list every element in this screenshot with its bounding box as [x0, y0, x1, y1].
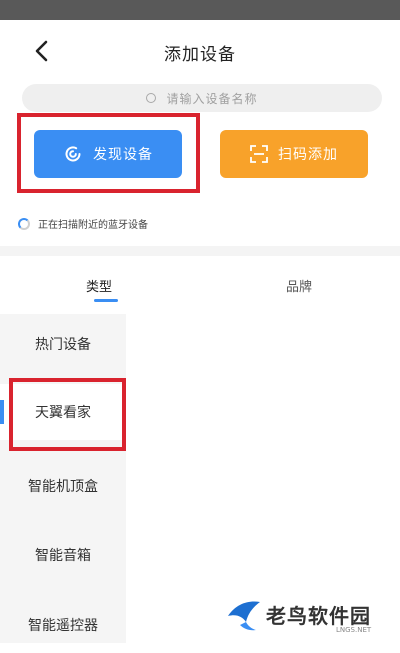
- spinner-icon: [18, 217, 30, 230]
- page-title: 添加设备: [164, 45, 236, 65]
- watermark-site: LNGS.NET: [336, 626, 372, 634]
- sidebar-item-smart-speaker[interactable]: 智能音箱: [0, 527, 126, 583]
- search-input[interactable]: 请输入设备名称: [22, 84, 382, 112]
- qr-scan-icon: [250, 145, 268, 163]
- sidebar-item-smart-remote[interactable]: 智能遥控器: [0, 597, 126, 653]
- watermark-text: 老鸟软件园: [266, 604, 371, 628]
- category-tabs: 类型 品牌: [0, 266, 400, 306]
- discover-device-label: 发现设备: [93, 147, 153, 163]
- active-tab-indicator: [94, 299, 118, 302]
- search-icon: [146, 93, 157, 103]
- bird-logo-icon: [228, 601, 260, 631]
- header: 添加设备: [0, 20, 400, 82]
- status-bar: [0, 0, 400, 20]
- section-divider: [0, 246, 400, 256]
- scan-add-button[interactable]: 扫码添加: [220, 130, 368, 178]
- search-placeholder: 请输入设备名称: [166, 91, 258, 106]
- sidebar-item-set-top-box[interactable]: 智能机顶盒: [0, 458, 126, 514]
- active-category-indicator: [0, 400, 4, 424]
- scan-status-text: 正在扫描附近的蓝牙设备: [38, 220, 148, 231]
- tab-type[interactable]: 类型: [86, 276, 112, 295]
- watermark: 老鸟软件园 LNGS.NET: [210, 590, 400, 643]
- sidebar-item-tianyi-kanjia[interactable]: 天翼看家: [0, 384, 126, 440]
- tab-brand[interactable]: 品牌: [286, 276, 312, 295]
- bluetooth-scan-status: 正在扫描附近的蓝牙设备: [18, 216, 148, 231]
- scan-add-label: 扫码添加: [278, 147, 338, 163]
- discover-icon: [63, 144, 83, 164]
- discover-device-button[interactable]: 发现设备: [34, 130, 182, 178]
- sidebar-item-hot-devices[interactable]: 热门设备: [0, 316, 126, 372]
